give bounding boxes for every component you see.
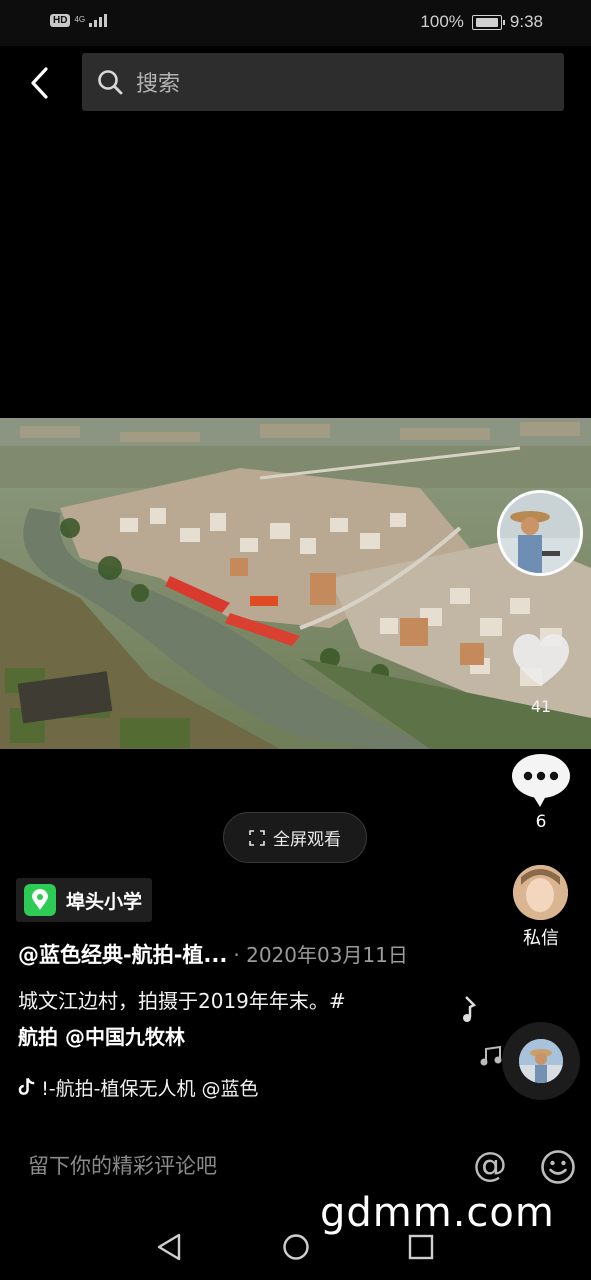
- tiktok-note-icon: [18, 1077, 35, 1095]
- nav-back-icon[interactable]: [155, 1232, 183, 1262]
- nav-home-icon[interactable]: [282, 1232, 310, 1262]
- author-line: @蓝色经典-航拍-植... · 2020年03月11日: [18, 939, 458, 969]
- author-avatar[interactable]: [497, 490, 583, 576]
- dm-label[interactable]: 私信: [506, 924, 576, 950]
- comment-input[interactable]: 留下你的精彩评论吧: [28, 1150, 217, 1180]
- chevron-left-icon: [31, 67, 48, 99]
- dm-avatar-image: [513, 865, 568, 920]
- video-player[interactable]: [0, 418, 591, 749]
- signal-icon: [89, 13, 108, 27]
- battery-icon: [471, 14, 505, 30]
- floating-note-icon: [463, 996, 477, 1022]
- back-button[interactable]: [20, 60, 60, 106]
- network-type: 4G: [74, 15, 86, 24]
- search-placeholder: 搜索: [136, 72, 181, 97]
- battery-percent: 100%: [420, 12, 464, 31]
- speech-bubble-icon[interactable]: [510, 752, 572, 808]
- post-date: · 2020年03月11日: [233, 943, 408, 967]
- comment-count: 6: [535, 812, 547, 832]
- status-bar: HD 4G 100% 9:38: [0, 0, 591, 46]
- search-input[interactable]: 搜索: [82, 53, 564, 111]
- status-right: 100% 9:38: [420, 12, 543, 32]
- nav-recents-icon[interactable]: [408, 1233, 434, 1261]
- disc-cover: [519, 1039, 563, 1083]
- video-frame: [0, 418, 591, 749]
- heart-icon[interactable]: [510, 630, 572, 692]
- clock: 9:38: [509, 12, 543, 31]
- expand-icon: [249, 829, 265, 846]
- fullscreen-button[interactable]: 全屏观看: [223, 812, 367, 863]
- network-indicators: HD 4G: [50, 13, 108, 27]
- dm-avatar[interactable]: [513, 865, 568, 920]
- description-line-1: 城文江边村，拍摄于2019年年末。#: [18, 989, 346, 1013]
- map-pin-icon: [24, 884, 56, 916]
- location-name: 埠头小学: [66, 890, 143, 913]
- music-row[interactable]: !-航拍-植保无人机 @蓝色: [18, 1072, 318, 1102]
- location-tag[interactable]: 埠头小学: [16, 878, 153, 922]
- music-disc[interactable]: [502, 1022, 580, 1100]
- floating-note-icon: [480, 1045, 502, 1066]
- search-icon: [96, 68, 124, 96]
- author-name[interactable]: @蓝色经典-航拍-植...: [18, 939, 227, 969]
- description-line-2[interactable]: 航拍 @中国九牧林: [18, 1021, 185, 1050]
- smiley-icon[interactable]: [540, 1149, 576, 1185]
- at-sign-icon[interactable]: @: [473, 1145, 507, 1185]
- avatar-image: [500, 493, 580, 573]
- fullscreen-label: 全屏观看: [273, 830, 341, 850]
- music-title: !-航拍-植保无人机 @蓝色: [41, 1077, 259, 1100]
- like-count: 41: [530, 697, 552, 716]
- system-nav-bar: [0, 1218, 591, 1280]
- hd-badge: HD: [50, 13, 71, 27]
